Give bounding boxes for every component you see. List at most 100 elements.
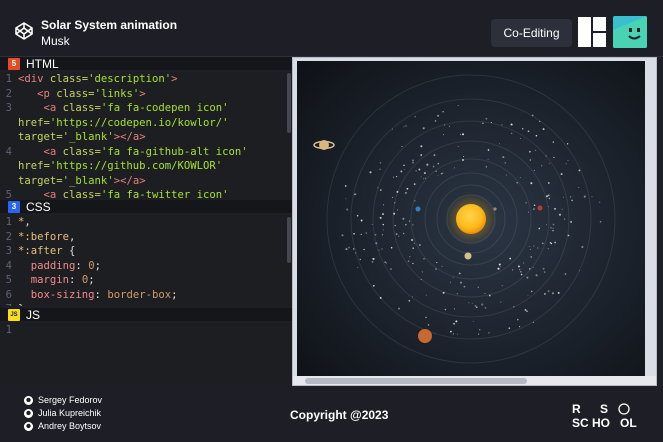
js-pane-header[interactable]: JS JS [0, 308, 292, 322]
star [472, 320, 474, 322]
star [547, 182, 550, 184]
star [488, 332, 490, 334]
code-token: 'links' [94, 87, 140, 100]
code-line[interactable]: 5 <a class='fa fa-twitter icon' [0, 188, 292, 200]
star [523, 262, 525, 264]
html-code-editor[interactable]: 1 <div class='description'> 2 <p class='li… [0, 72, 292, 200]
code-line[interactable]: 1 <div class='description'> [0, 72, 292, 87]
star [552, 141, 554, 143]
star [482, 122, 484, 124]
js-code-editor[interactable]: 1 [0, 323, 292, 385]
header: Solar System animation Musk Co-Editing [0, 0, 663, 57]
star [512, 269, 514, 271]
css-editor-scrollbar[interactable] [287, 217, 291, 263]
code-token: class= [49, 73, 89, 85]
star [463, 285, 466, 288]
code-token: : [69, 274, 82, 286]
star [413, 242, 415, 244]
preview-frame[interactable] [292, 57, 657, 386]
html-pane-header[interactable]: 5 HTML [0, 57, 292, 71]
star [357, 267, 359, 269]
line-number: 4 [5, 145, 12, 158]
css-pane-label: CSS [26, 199, 51, 214]
star [564, 273, 567, 275]
code-line[interactable]: 1 *, [0, 215, 292, 230]
star [517, 265, 520, 268]
html5-icon: 5 [8, 57, 20, 70]
code-line[interactable]: target='_blank'></a> [0, 174, 292, 189]
code-line[interactable]: target='_blank'></a> [0, 130, 292, 145]
star [402, 232, 405, 235]
code-line[interactable]: 7} [0, 302, 292, 306]
star [538, 227, 541, 230]
star [546, 224, 547, 226]
code-token: 'description' [88, 73, 172, 85]
star [551, 292, 555, 295]
author-link[interactable]: Andrey Boytsov [24, 421, 101, 431]
code-line[interactable]: 1 [0, 323, 292, 338]
layout-icon[interactable] [578, 17, 606, 47]
code-line[interactable]: 5 margin: 0; [0, 273, 292, 288]
star [437, 175, 439, 176]
code-line[interactable]: 2 <p class='links'> [0, 87, 292, 102]
code-line[interactable]: 4 padding: 0; [0, 259, 292, 274]
css-pane-header[interactable]: 3 CSS [0, 199, 292, 214]
codepen-icon[interactable] [14, 21, 34, 41]
code-text: padding: 0; [18, 259, 101, 274]
star [533, 204, 536, 206]
star [345, 248, 348, 251]
code-text: *, [18, 215, 31, 230]
code-token: { [62, 245, 76, 257]
code-line[interactable]: href='https://codepen.io/kowlor/' [0, 116, 292, 131]
rs-school-logo[interactable]: R S SC HO OL [570, 402, 642, 430]
star [481, 303, 484, 306]
html-editor-scrollbar[interactable] [287, 73, 291, 133]
star [552, 227, 554, 229]
avatar-icon[interactable] [613, 16, 647, 48]
code-token: 'fa fa-codepen icon' [100, 102, 229, 114]
preview-scrollbar-thumb[interactable] [305, 378, 527, 384]
author-link[interactable]: Julia Kupreichik [24, 408, 101, 418]
code-line[interactable]: 3 *:after { [0, 244, 292, 259]
pen-author[interactable]: Musk [41, 34, 70, 48]
star [457, 145, 459, 147]
star [400, 170, 403, 173]
code-text: *:before, [18, 230, 75, 245]
code-token: '_blank' [62, 174, 114, 187]
code-line[interactable]: href='https://github.com/KOWLOR' [0, 159, 292, 174]
code-text: <a class='fa fa-twitter icon' [18, 188, 229, 200]
star [433, 154, 436, 157]
code-token: 'https://github.com/KOWLOR' [49, 160, 223, 172]
code-line[interactable]: 2 *:before, [0, 230, 292, 245]
star [452, 276, 454, 278]
star [526, 310, 528, 312]
star [501, 285, 503, 287]
star [379, 216, 382, 219]
star [440, 173, 443, 175]
code-line[interactable]: 3 <a class='fa fa-codepen icon' [0, 101, 292, 116]
star [384, 261, 387, 264]
star [460, 281, 462, 284]
star [397, 209, 398, 211]
co-editing-button[interactable]: Co-Editing [491, 19, 572, 47]
star [501, 124, 503, 126]
svg-text:OL: OL [620, 416, 637, 430]
star [560, 173, 563, 176]
star [360, 233, 362, 235]
star [404, 168, 406, 170]
svg-text:S: S [600, 402, 608, 416]
star [530, 248, 531, 250]
star [390, 268, 392, 270]
css-code-editor[interactable]: 1 *, 2 *:before, 3 *:after {4 padding: 0; 5 ma… [0, 215, 292, 306]
star [344, 185, 347, 187]
code-line[interactable]: 6 box-sizing: border-box; [0, 288, 292, 303]
star [404, 191, 407, 194]
star [448, 125, 450, 127]
code-line[interactable]: 4 <a class='fa fa-github-alt icon' [0, 145, 292, 160]
preview-scrollbar[interactable] [293, 376, 656, 385]
star [436, 262, 438, 264]
author-link[interactable]: Sergey Fedorov [24, 395, 102, 405]
code-token: 'fa fa-twitter icon' [100, 189, 229, 200]
planet-jupiter [418, 329, 432, 343]
